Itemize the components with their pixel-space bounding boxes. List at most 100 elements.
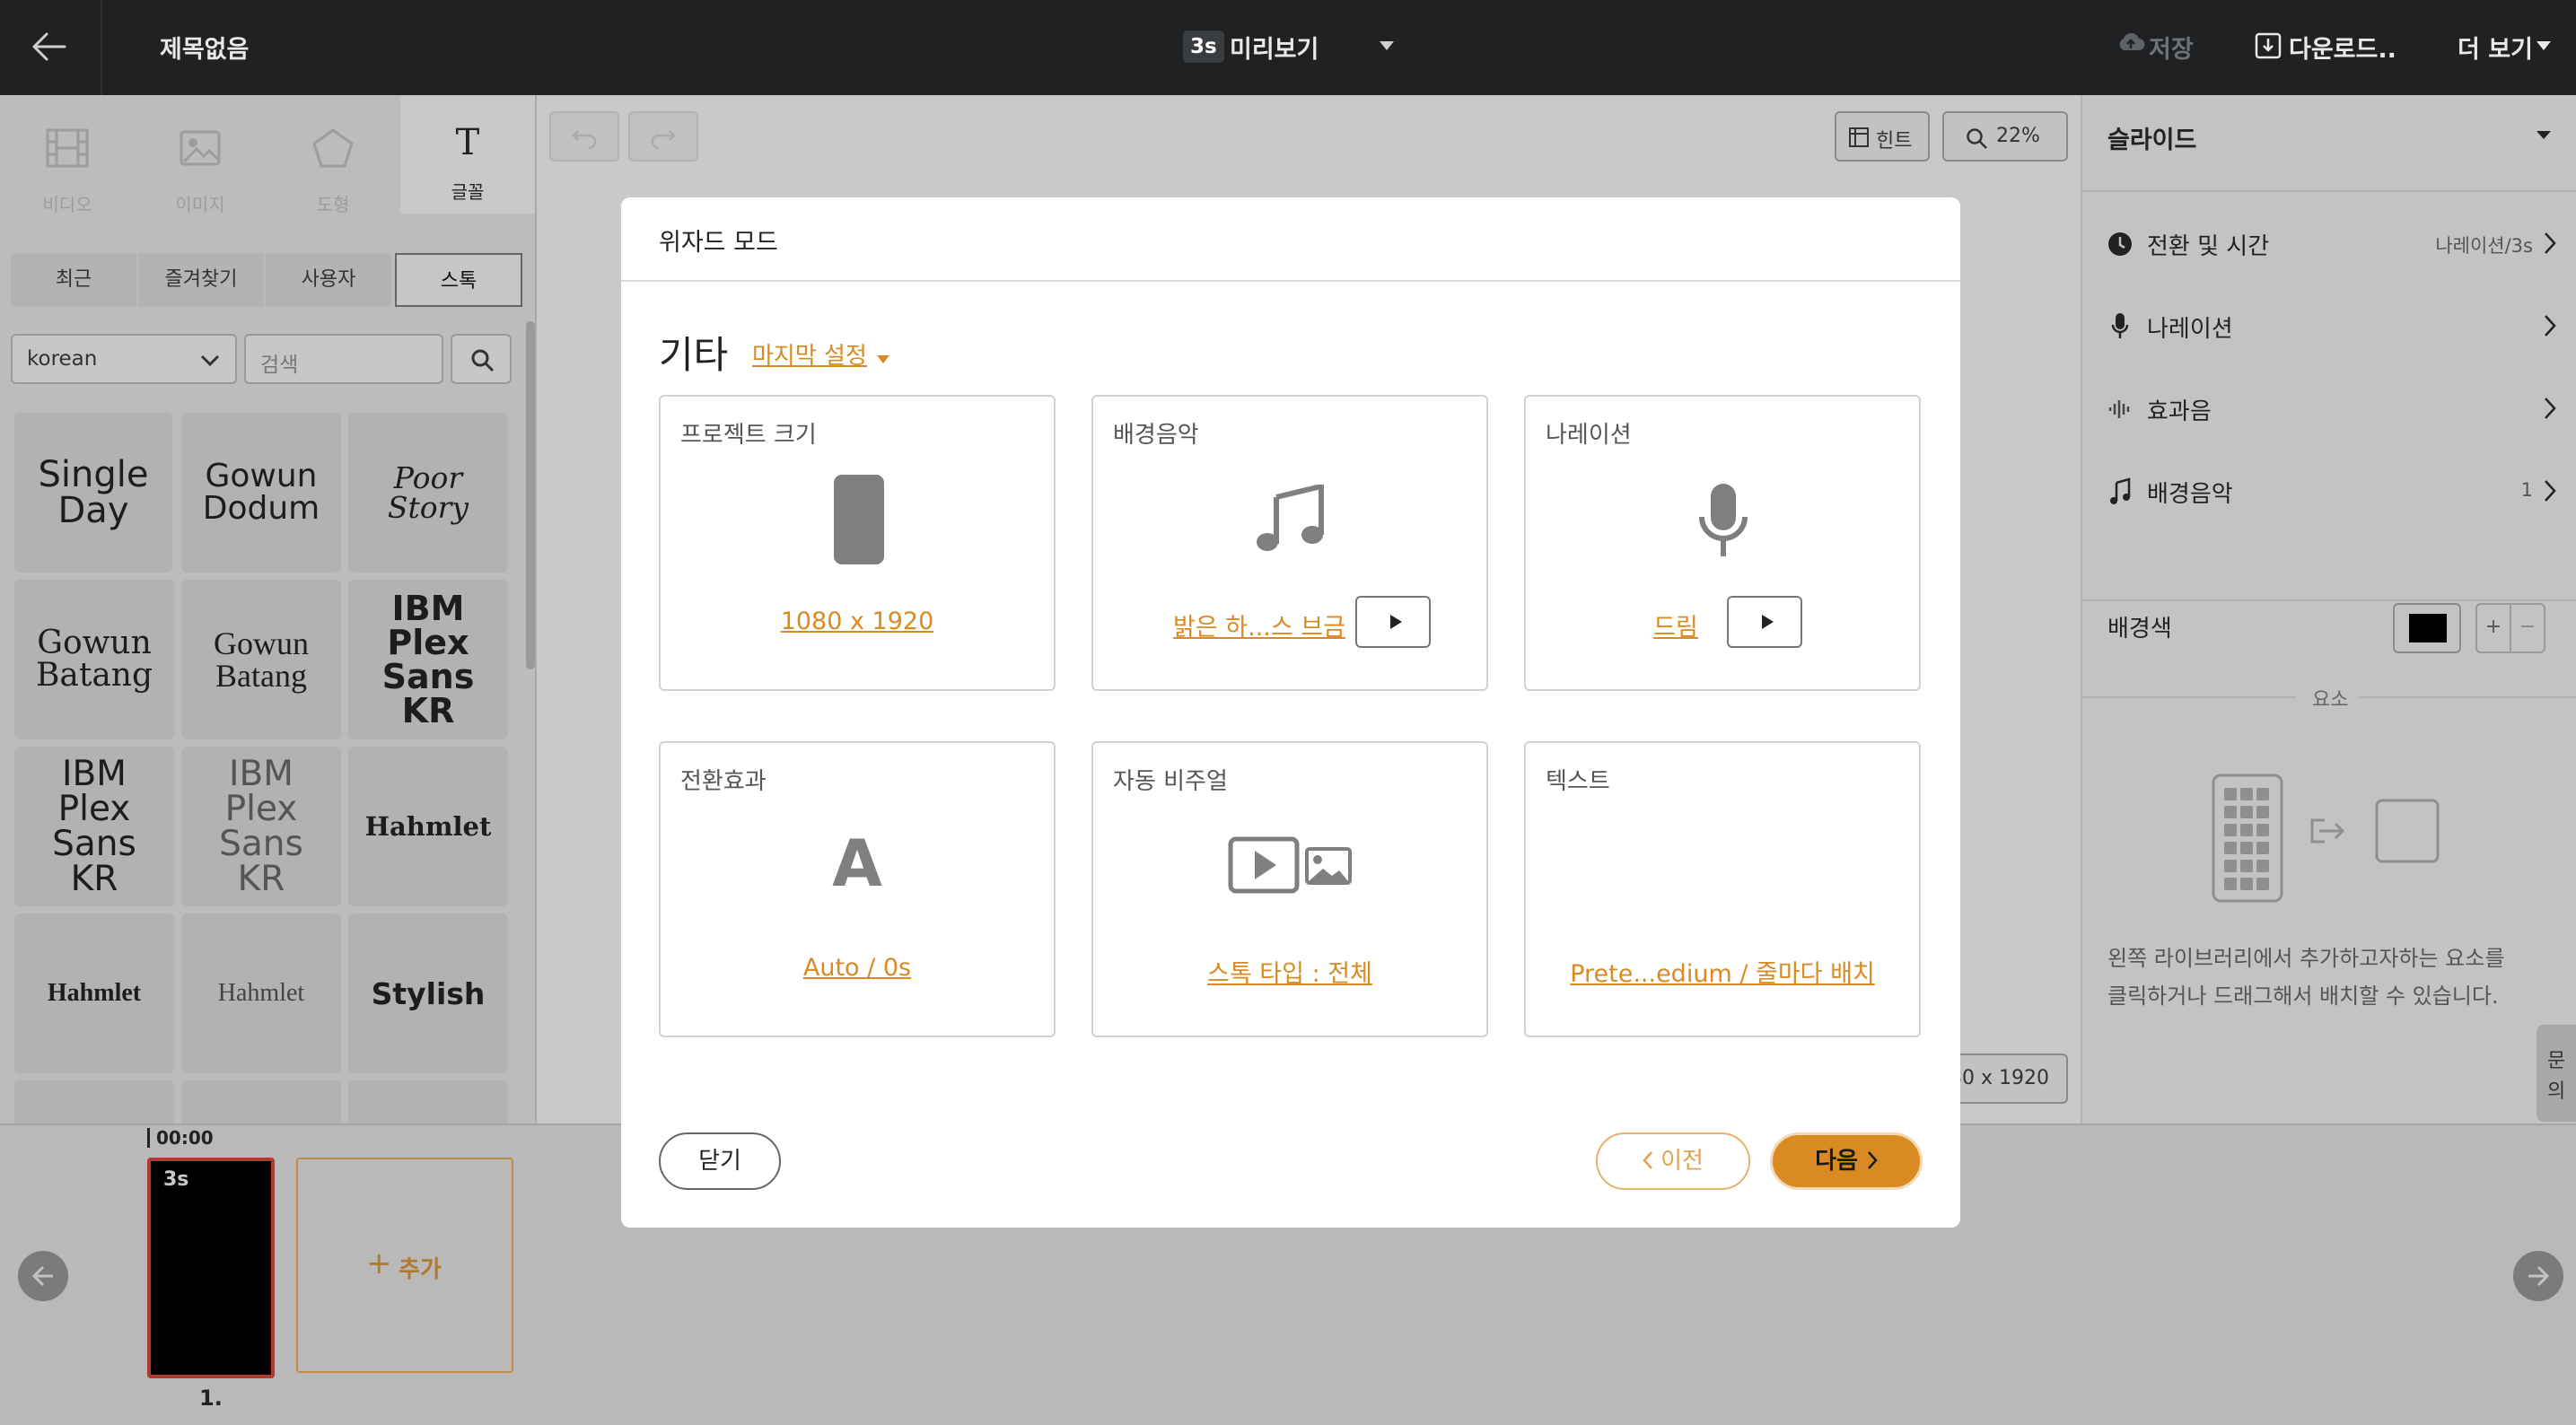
language-select[interactable]: korean [11,334,237,384]
chevron-right-icon [1867,1150,1878,1169]
divider [2081,696,2296,698]
bg-color-remove-button[interactable]: − [2510,603,2545,653]
chevron-right-icon [2545,480,2556,502]
narration-value[interactable]: 드림 [1652,608,1700,643]
project-title[interactable]: 제목없음 [160,30,249,65]
auto-visual-value[interactable]: 스톡 타입 : 전체 [1093,954,1486,989]
project-size-card[interactable]: 프로젝트 크기 1080 x 1920 [659,395,1056,691]
font-list-scrollbar[interactable] [526,321,535,669]
caret-down-icon [876,355,889,363]
tab-shape[interactable]: 도형 [266,111,400,219]
preview-dropdown-caret-icon[interactable] [1380,41,1394,50]
plus-icon: + [366,1246,392,1281]
inquiry-label-2: 의 [2547,1080,2566,1103]
category-tab-recent[interactable]: 최근 [11,253,136,307]
next-button[interactable]: 다음 [1770,1132,1923,1190]
category-tab-favorites[interactable]: 즐겨찾기 [138,253,264,307]
bg-color-fill [2409,614,2447,643]
zoom-button[interactable]: 22% [1942,111,2068,162]
category-tab-user[interactable]: 사용자 [266,253,391,307]
font-card-partial-1[interactable] [14,1080,174,1123]
bg-color-swatch[interactable] [2393,603,2461,653]
last-settings-label: 마지막 설정 [752,343,867,370]
font-card-stylish[interactable]: Stylish [348,914,508,1073]
font-card-ibm-plex-light[interactable]: IBM Plex Sans KR [181,747,341,906]
text-card[interactable]: 텍스트 Prete...edium / 줄마다 배치 [1524,741,1921,1037]
category-tab-stock[interactable]: 스톡 [395,253,522,307]
bgm-row[interactable]: 배경음악 1 [2081,468,2576,522]
hint-label: 힌트 [1876,130,1913,153]
font-card-gowun-batang-2[interactable]: Gowun Batang [181,580,341,739]
narration-play-button[interactable] [1727,596,1802,648]
tab-video[interactable]: 비디오 [0,111,135,219]
bgm-value[interactable]: 밝은 하...스 브금 [1165,608,1354,643]
time-marker-label: 00:00 [156,1127,214,1149]
timeline-next-button[interactable] [2513,1251,2563,1301]
narration-row[interactable]: 나레이션 [2081,303,2576,357]
font-card-hahmlet-medium[interactable]: Hahmlet [14,914,174,1073]
back-arrow-icon[interactable] [31,31,66,63]
text-icon: T [455,122,480,163]
font-card-ibm-plex-bold[interactable]: IBM Plex Sans KR [348,580,508,739]
bgm-play-button[interactable] [1355,596,1431,648]
tab-image[interactable]: 이미지 [133,111,267,219]
download-button[interactable]: 다운로드.. [2289,30,2396,65]
project-size-value[interactable]: 1080 x 1920 [661,608,1054,635]
tab-font[interactable]: T 글꼴 [400,95,535,214]
timeline-prev-button[interactable] [18,1251,68,1301]
playhead-marker[interactable] [147,1128,150,1148]
hint-button[interactable]: 힌트 [1835,111,1930,162]
bg-color-add-button[interactable]: + [2475,603,2511,653]
font-card-hahmlet-bold[interactable]: Hahmlet [348,747,508,906]
chevron-right-icon [2545,232,2556,254]
slide-section-title: 슬라이드 [2107,127,2197,154]
right-properties-panel: 슬라이드 전환 및 시간 나레이션/3s 나레이션 효과음 배경음악 1 배경색… [2081,95,2576,1123]
narration-card[interactable]: 나레이션 드림 [1524,395,1921,691]
wizard-modal: 위자드 모드 기타 마지막 설정 프로젝트 크기 1080 x 1920 배경음… [621,197,1960,1228]
undo-button[interactable] [549,111,619,162]
transition-value[interactable]: Auto / 0s [661,954,1054,982]
caret-down-icon[interactable] [2537,131,2551,139]
clock-icon [2108,232,2132,256]
font-card-poor-story[interactable]: Poor Story [348,413,508,573]
add-slide-button[interactable]: + 추가 [296,1158,513,1373]
prev-button[interactable]: 이전 [1596,1132,1750,1190]
transition-time-row[interactable]: 전환 및 시간 나레이션/3s [2081,221,2576,275]
pentagon-icon [312,128,354,168]
preview-button[interactable]: 미리보기 [1230,30,1319,65]
text-value[interactable]: Prete...edium / 줄마다 배치 [1526,954,1919,989]
font-card-partial-2[interactable] [181,1080,341,1123]
last-settings-dropdown[interactable]: 마지막 설정 [752,337,889,371]
duration-badge: 3s [1183,31,1224,63]
auto-visual-card[interactable]: 자동 비주얼 스톡 타입 : 전체 [1091,741,1488,1037]
font-card-gowun-dodum[interactable]: Gowun Dodum [181,413,341,573]
font-card-hahmlet-light[interactable]: Hahmlet [181,914,341,1073]
help-text-line-2: 클릭하거나 드래그해서 배치할 수 있습니다. [2107,984,2499,1009]
slide-thumbnail-1[interactable]: 3s [147,1158,275,1378]
transition-time-label: 전환 및 시간 [2147,233,2270,260]
bgm-card[interactable]: 배경음악 밝은 하...스 브금 [1091,395,1488,691]
bgm-count: 1 [2520,479,2533,501]
redo-button[interactable] [628,111,698,162]
close-button[interactable]: 닫기 [659,1132,781,1190]
save-button[interactable]: 저장 [2149,30,2194,65]
chevron-right-icon [2545,315,2556,337]
more-button[interactable]: 더 보기 [2458,30,2533,65]
microphone-icon [1699,484,1748,556]
divider [2359,696,2576,698]
music-note-icon [2110,477,2131,504]
search-button[interactable] [451,334,512,384]
bg-color-label: 배경색 [2107,616,2172,643]
more-dropdown-caret-icon[interactable] [2537,41,2551,50]
font-search-input[interactable]: 검색 [244,334,443,384]
inquiry-tab[interactable]: 문 의 [2537,1025,2576,1122]
font-card-single-day[interactable]: Single Day [14,413,172,573]
project-size-title: 프로젝트 크기 [680,422,817,449]
zoom-label: 22% [1996,125,2040,147]
font-card-partial-3[interactable] [348,1080,508,1123]
tab-video-label: 비디오 [42,194,92,215]
font-card-ibm-plex-regular[interactable]: IBM Plex Sans KR [14,747,174,906]
transition-card[interactable]: 전환효과 A Auto / 0s [659,741,1056,1037]
sound-effect-row[interactable]: 효과음 [2081,386,2576,440]
font-card-gowun-batang-1[interactable]: Gowun Batang [14,580,174,739]
